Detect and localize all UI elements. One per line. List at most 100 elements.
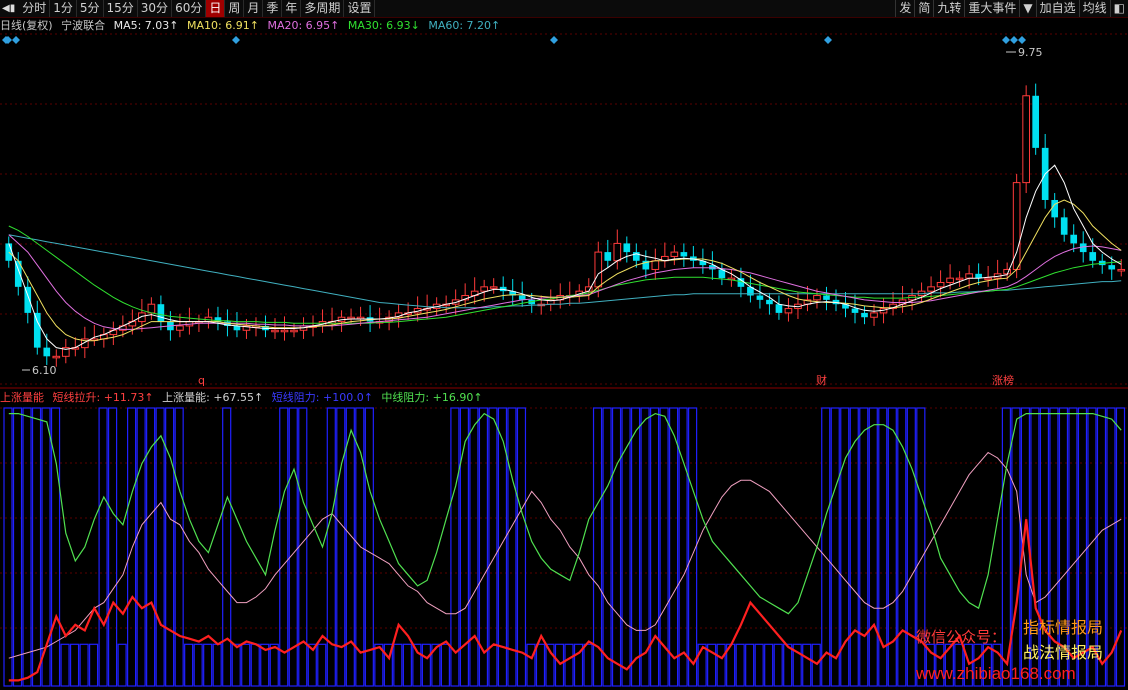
resistance-bar (1115, 407, 1126, 687)
resistance-bar (127, 407, 137, 687)
candle-body-down (756, 295, 764, 300)
candle-body-down (623, 243, 631, 253)
resistance-bar (830, 407, 840, 687)
candle-body-up (670, 251, 679, 257)
low-price-label: 6.10 (32, 364, 57, 377)
candle-body-down (43, 347, 51, 357)
resistance-bar (1106, 407, 1116, 687)
event-diamond-icon (550, 36, 558, 44)
resistance-bar (440, 643, 450, 687)
event-mark-cai[interactable]: 财 (816, 373, 827, 387)
candle-body-up (594, 251, 603, 288)
resistance-bar (269, 643, 279, 687)
resistance-bar (3, 407, 13, 687)
resistance-bar (212, 643, 222, 687)
watermark-url: www.zhibiao168.com (916, 664, 1076, 683)
candle-body-up (280, 329, 289, 333)
candle-body-up (613, 242, 622, 262)
resistance-bar (469, 407, 479, 687)
resistance-bar (554, 643, 565, 687)
event-mark-zhangbang[interactable]: 涨榜 (992, 373, 1014, 387)
resistance-bar (668, 407, 679, 687)
candle-body-up (955, 277, 964, 281)
resistance-bar (250, 643, 260, 687)
resistance-bar (364, 407, 374, 687)
resistance-bar (716, 643, 726, 687)
resistance-bar (906, 407, 916, 687)
candle-body-up (984, 277, 992, 281)
resistance-bar (421, 643, 431, 687)
resistance-bar (754, 643, 764, 687)
resistance-bar (611, 407, 622, 687)
candle-body-up (651, 260, 660, 270)
resistance-bar (849, 407, 859, 687)
candle-body-up (1022, 95, 1030, 184)
resistance-bar (516, 407, 527, 687)
ma10-line (8, 199, 1122, 342)
candle-body-down (5, 243, 13, 261)
event-diamond-icon (1010, 36, 1018, 44)
candle-body-down (775, 304, 783, 313)
resistance-bar (203, 643, 213, 687)
resistance-bar (12, 407, 23, 687)
resistance-bar (583, 643, 593, 687)
event-mark-q[interactable]: q (198, 374, 205, 387)
candle-body-up (784, 308, 793, 314)
resistance-bar (146, 407, 156, 687)
candle-body-down (1108, 265, 1116, 270)
resistance-bar (450, 407, 460, 687)
watermark-zhibiao: 指标情报局 (1023, 618, 1104, 637)
candle-body-down (766, 299, 773, 305)
candle-body-up (480, 286, 489, 292)
resistance-bar (621, 407, 631, 687)
candle-body-down (1032, 95, 1039, 148)
resistance-bar (79, 643, 89, 687)
candle-body-up (946, 277, 954, 283)
candle-body-up (870, 312, 878, 318)
candle-body-up (147, 303, 156, 314)
candle-body-up (936, 281, 945, 288)
resistance-bar (155, 407, 165, 687)
resistance-bar (241, 643, 251, 687)
candle-body-down (1051, 199, 1059, 218)
resistance-bar (678, 407, 688, 687)
resistance-bar (735, 643, 745, 687)
candle-body-down (680, 252, 688, 257)
resistance-bar (231, 643, 241, 687)
resistance-bar (640, 407, 650, 687)
resistance-bar (507, 407, 517, 687)
candle-body-down (851, 308, 859, 313)
resistance-bar (98, 407, 108, 687)
high-price-label: 9.75 (1018, 46, 1043, 59)
resistance-bar (821, 407, 831, 687)
resistance-bar (60, 643, 70, 687)
candle-body-up (176, 325, 184, 331)
resistance-bar (107, 407, 118, 687)
resistance-bar (117, 643, 127, 687)
resistance-bar (88, 643, 99, 687)
candle-body-up (52, 355, 61, 359)
resistance-bar (868, 407, 878, 687)
resistance-bar (1011, 407, 1021, 687)
resistance-bar (174, 407, 184, 687)
resistance-bar (193, 643, 203, 687)
resistance-bar (184, 643, 194, 687)
resistance-bar (31, 407, 42, 687)
candle-body-up (271, 329, 279, 333)
resistance-bar (222, 407, 232, 687)
candle-body-down (1089, 252, 1097, 261)
resistance-bar (279, 407, 289, 687)
resistance-bar (526, 643, 536, 687)
resistance-bar (402, 643, 412, 687)
kline-chart[interactable]: 9.75 6.10 q 财 涨榜 (0, 0, 1128, 690)
candle-body-up (813, 295, 821, 301)
resistance-bar (811, 643, 821, 687)
candle-body-down (33, 312, 41, 348)
event-diamond-icon (824, 36, 832, 44)
resistance-bar (22, 407, 32, 687)
resistance-bar (336, 407, 346, 687)
ma20-line (8, 234, 1122, 330)
resistance-bar (288, 407, 298, 687)
resistance-bar (773, 643, 783, 687)
candle-body-down (823, 295, 830, 300)
